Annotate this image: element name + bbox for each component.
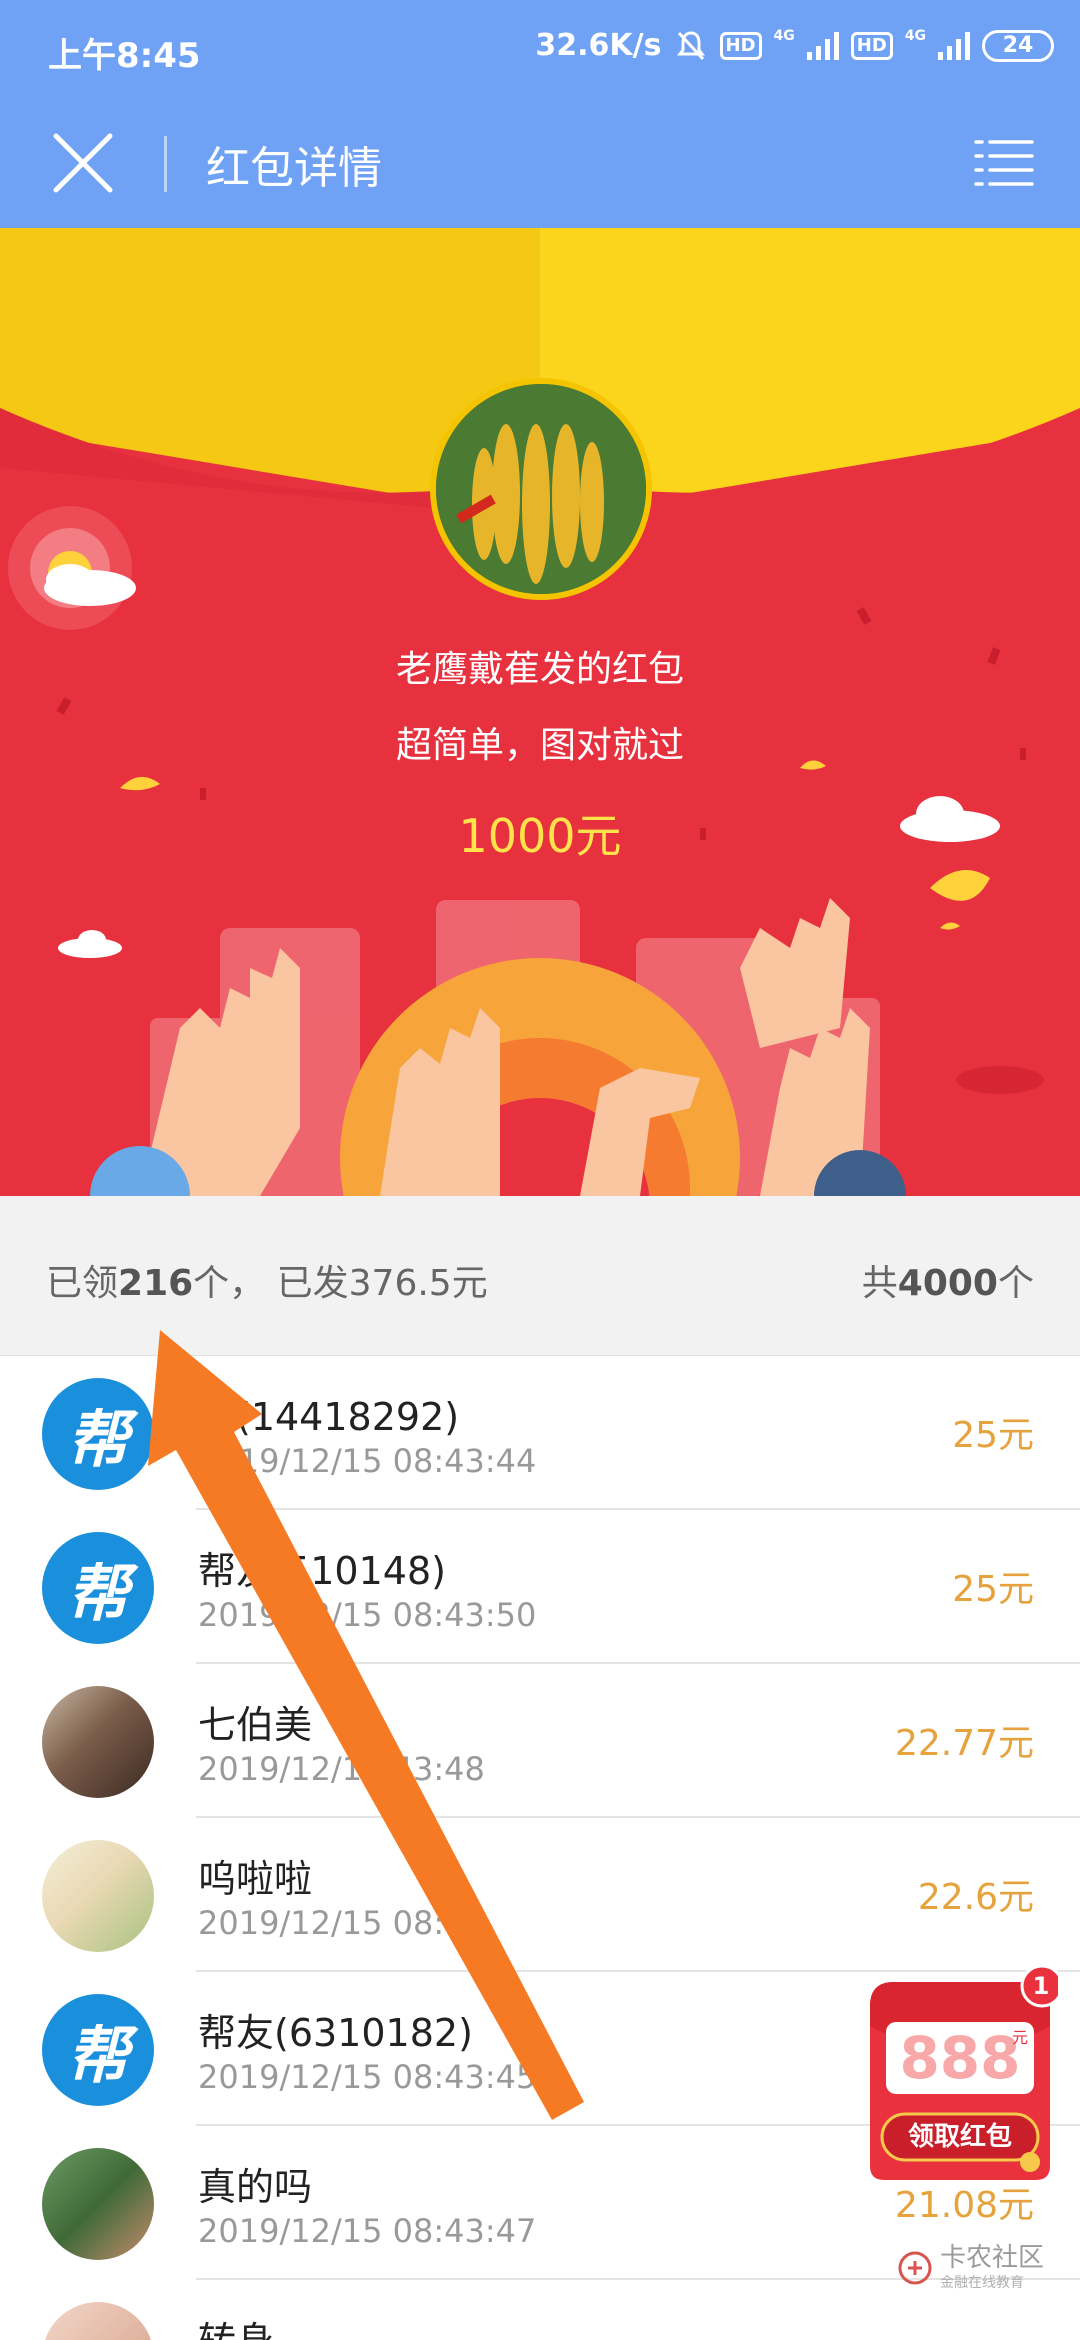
claim-time: 2019/12/15 08:43. — [198, 1904, 495, 1942]
total-suffix: 个 — [997, 1263, 1034, 1304]
hd-badge-1: HD — [719, 31, 762, 60]
user-name: 友(14418292) — [198, 1395, 460, 1439]
signal-icon-2 — [938, 31, 970, 60]
user-name: 真的吗 — [198, 2165, 313, 2209]
red-packet-unit: 元 — [1012, 2028, 1029, 2047]
claimed-count: 216 — [118, 1263, 194, 1304]
user-name: 帮友 510148) — [198, 1549, 446, 1593]
buddha-hand-fruit-image — [436, 384, 646, 594]
watermark-subtext: 金融在线教育 — [940, 2275, 1024, 2291]
battery-icon: 24 — [982, 29, 1054, 62]
list-item[interactable]: 帮 友(14418292) 2019/12/15 08:43:44 25元 — [0, 1356, 1080, 1510]
claim-records-list: 帮 友(14418292) 2019/12/15 08:43:44 25元 帮 … — [0, 1356, 1080, 2340]
user-name: 七伯美 — [198, 1703, 313, 1747]
claim-summary: 已领216个， 已发376.5元 共4000个 — [0, 1196, 1080, 1356]
greeting-text: 超简单，图对就过 — [395, 725, 684, 766]
total-count: 4000 — [897, 1263, 998, 1304]
user-name: 转身 — [198, 2310, 274, 2340]
claim-amount: 22.77元 — [894, 1723, 1034, 1764]
user-avatar — [42, 2302, 154, 2340]
bang-logo-icon: 帮 — [66, 1403, 129, 1476]
sender-name: 老鹰戴萑发的红包 — [395, 649, 684, 690]
watermark: 卡农社区 金融在线教育 — [898, 2244, 1044, 2292]
menu-icon[interactable] — [974, 138, 1034, 188]
claim-time: 2019/12/15 43:48 — [198, 1750, 485, 1788]
signal-icon — [806, 31, 839, 60]
mute-bell-icon — [676, 30, 705, 60]
claimed-suffix: 个， — [193, 1263, 266, 1304]
claim-time: 2019/12/15 08:43:47 — [198, 2212, 537, 2250]
claim-amount: 22.6元 — [917, 1877, 1034, 1918]
user-avatar: 帮 — [42, 1378, 154, 1490]
status-icons: 32.6K/s HD 4G HD 4G 24 — [535, 28, 1054, 63]
list-item[interactable]: 帮 帮友 510148) 2019/12/15 08:43:50 25元 — [0, 1510, 1080, 1664]
close-icon[interactable] — [50, 130, 116, 196]
claimed-prefix: 已领 — [46, 1263, 119, 1304]
red-packet-banner: 老鹰戴萑发的红包 超简单，图对就过 1000元 — [0, 228, 1080, 1196]
total-amount: 1000元 — [458, 809, 622, 863]
bang-logo-icon: 帮 — [66, 2019, 129, 2092]
nav-bar: 红包详情 — [0, 100, 1080, 228]
page-title: 红包详情 — [206, 143, 382, 194]
user-avatar — [42, 1840, 154, 1952]
claim-red-packet-button[interactable]: 领取红包 — [882, 2118, 1038, 2156]
total-prefix: 共 — [861, 1263, 898, 1304]
nav-divider — [164, 136, 167, 192]
claimed-summary: 已领216个， 已发376.5元 — [46, 1254, 488, 1306]
claim-amount: 25元 — [952, 1415, 1034, 1456]
user-name: 呜啦啦 — [198, 1857, 313, 1901]
claim-time: 2019/12/15 08:43:44 — [198, 1442, 537, 1480]
status-bar: 上午8:45 32.6K/s HD 4G HD 4G 24 — [0, 0, 1080, 100]
list-item[interactable]: 呜啦啦 2019/12/15 08:43. 22.6元 — [0, 1818, 1080, 1972]
user-name: 帮友(6310182) — [198, 2011, 473, 2055]
list-item[interactable]: 七伯美 2019/12/15 43:48 22.77元 — [0, 1664, 1080, 1818]
red-packet-badge: 1 — [1032, 1972, 1050, 2000]
claim-time: 2019/12/15 08:43:45 — [198, 2058, 537, 2096]
sig-label-2: 4G — [904, 27, 926, 44]
sent-amount: 已发376.5元 — [265, 1263, 488, 1304]
sender-avatar — [430, 378, 652, 600]
bang-logo-icon: 帮 — [66, 1557, 129, 1630]
floating-red-packet[interactable]: 1 888 元 领取红包 — [862, 1964, 1064, 2186]
user-avatar — [42, 1686, 154, 1798]
sig-label-1: 4G — [773, 27, 795, 44]
net-speed: 32.6K/s — [535, 28, 662, 63]
hd-badge-2: HD — [850, 31, 893, 60]
total-summary: 共4000个 — [862, 1254, 1034, 1306]
claim-amount: 25元 — [952, 1569, 1034, 1610]
banner-illustration — [0, 228, 1080, 1196]
user-avatar: 帮 — [42, 1532, 154, 1644]
user-avatar: 帮 — [42, 1994, 154, 2106]
status-time: 上午8:45 — [48, 36, 201, 76]
kanong-logo-icon — [898, 2251, 932, 2285]
user-avatar — [42, 2148, 154, 2260]
claim-time: 2019/12/15 08:43:50 — [198, 1596, 537, 1634]
watermark-text: 卡农社区 — [940, 2243, 1045, 2273]
